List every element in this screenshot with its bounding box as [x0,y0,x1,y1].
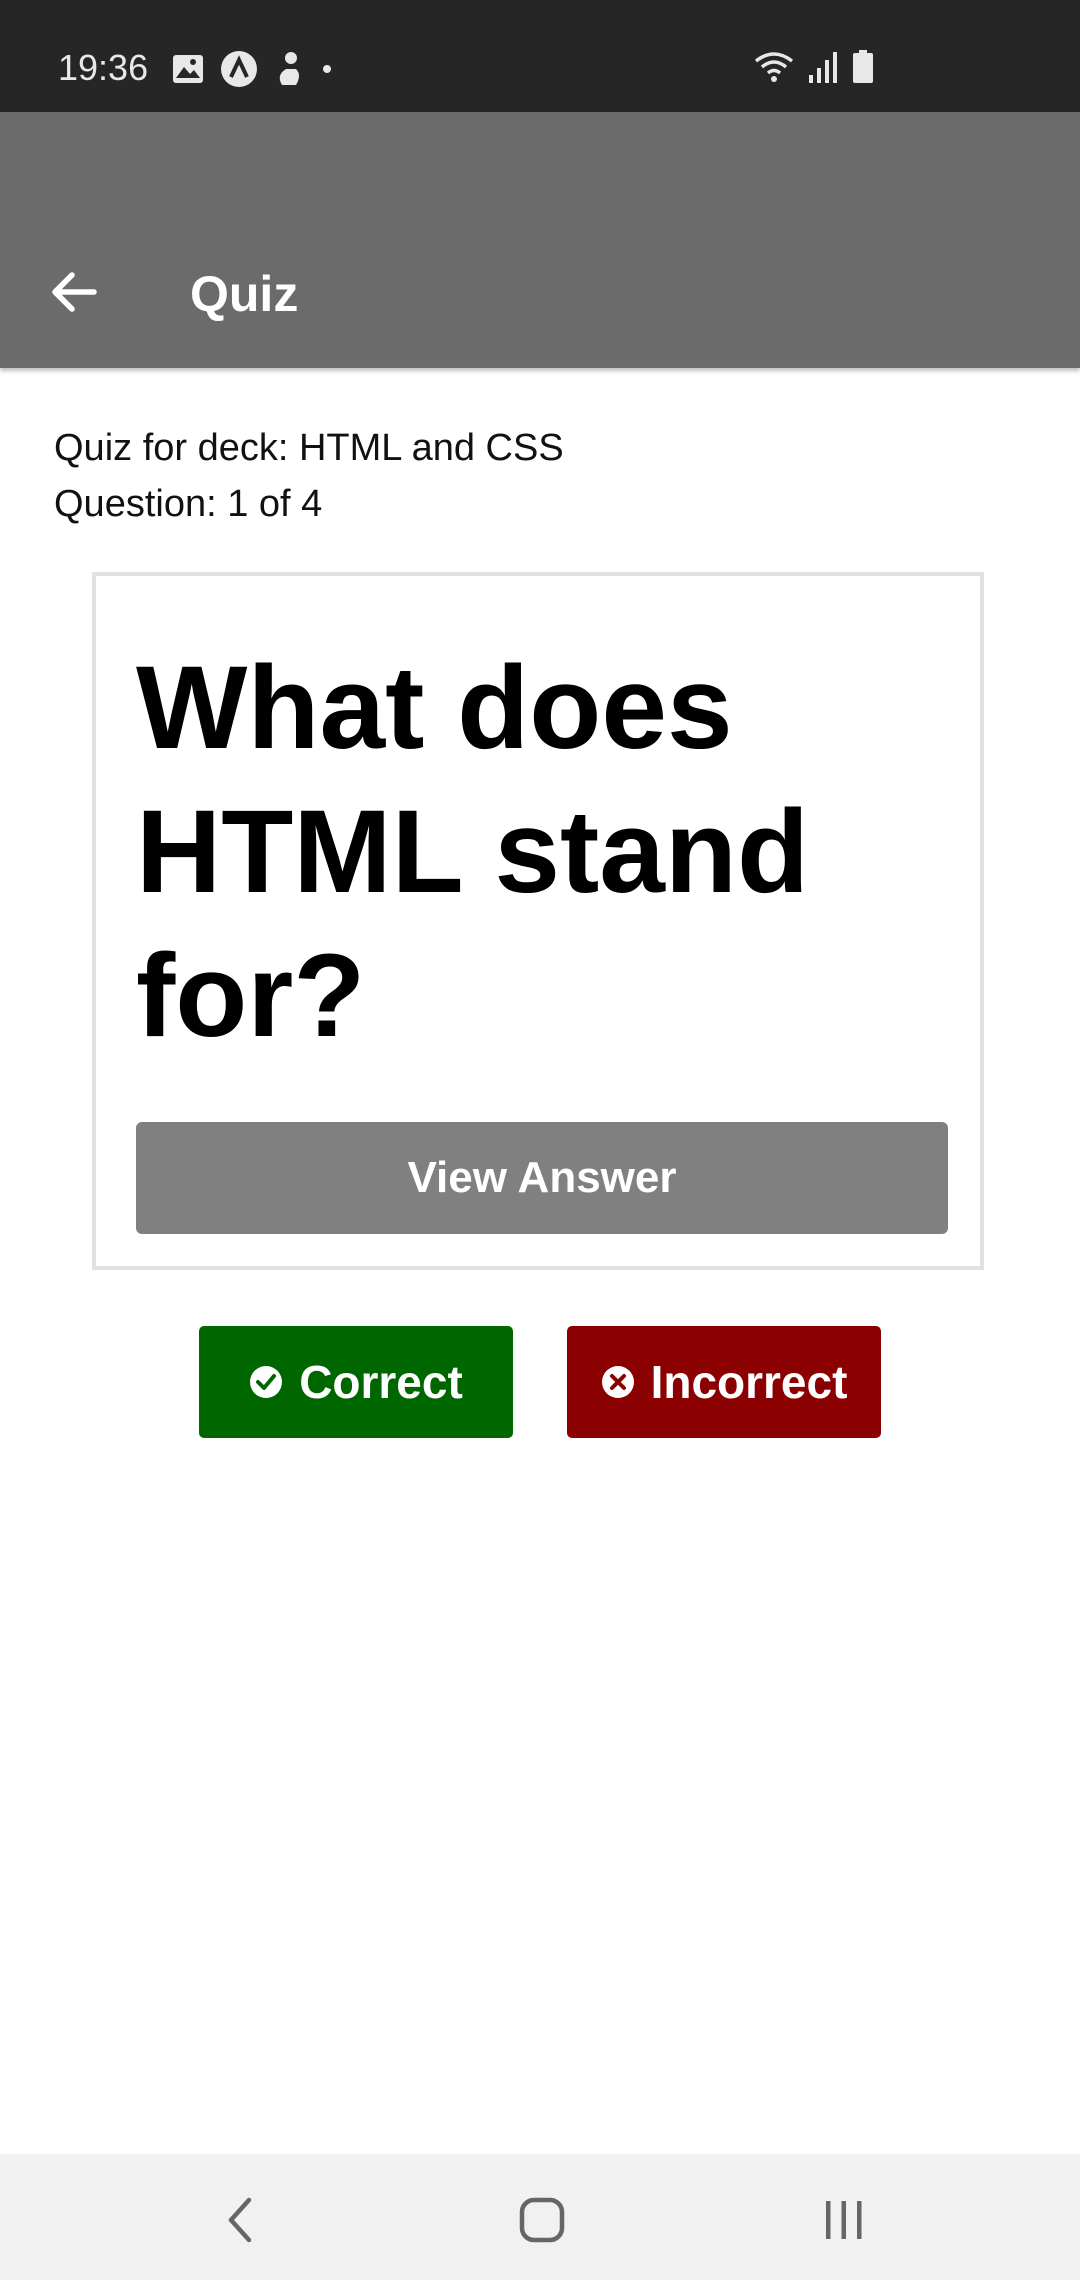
back-nav-icon [223,2196,257,2249]
answer-buttons: Correct Incorrect [0,1326,1080,1438]
nav-back-button[interactable] [200,2182,280,2262]
check-circle-icon [249,1365,283,1399]
recents-nav-icon [823,2199,865,2246]
status-notification-icons [172,50,334,93]
person-icon [274,51,304,92]
status-bar: 19:36 [0,0,1080,112]
system-nav-bar [0,2154,1080,2280]
quiz-meta: Quiz for deck: HTML and CSS Question: 1 … [54,420,564,532]
status-time: 19:36 [58,47,149,88]
question-progress: Question: 1 of 4 [54,483,323,525]
deck-name: Quiz for deck: HTML and CSS [54,427,564,469]
gallery-icon [172,54,204,89]
app-notification-icon [220,50,258,93]
incorrect-button[interactable]: Incorrect [567,1326,881,1438]
page-title: Quiz [190,266,299,322]
question-card: What does HTML stand for? View Answer [92,572,984,1270]
wifi-icon [754,51,794,88]
nav-home-button[interactable] [502,2182,582,2262]
signal-icon [808,51,838,88]
home-nav-icon [519,2197,565,2248]
correct-button[interactable]: Correct [199,1326,513,1438]
question-text: What does HTML stand for? [136,642,810,1062]
status-system-icons [754,50,874,89]
battery-icon [852,50,874,89]
incorrect-label: Incorrect [650,1356,848,1408]
x-circle-icon [601,1365,635,1399]
back-button[interactable] [36,256,112,332]
view-answer-button[interactable]: View Answer [136,1122,948,1234]
arrow-left-icon [50,270,98,319]
correct-label: Correct [299,1356,463,1408]
dot-icon [320,62,334,81]
nav-recents-button[interactable] [804,2182,884,2262]
app-bar [0,112,1080,368]
